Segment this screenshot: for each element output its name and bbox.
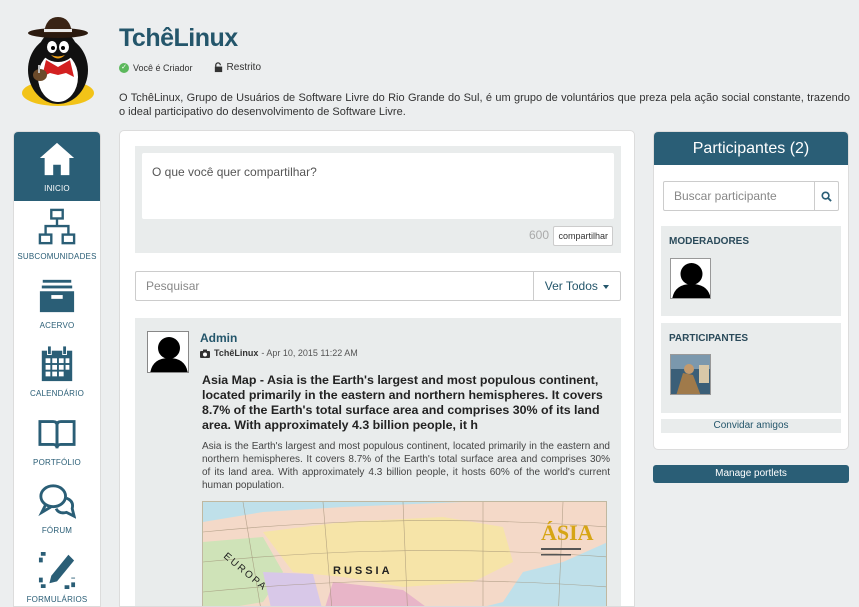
nav-item-subcomunidades[interactable]: SUBCOMUNIDADES [14,201,100,270]
nav-item-formularios[interactable]: FORMULÁRIOS [14,543,100,606]
participants-group: PARTICIPANTES [661,323,841,413]
main-feed: O que você quer compartilhar? 600 compar… [119,130,635,607]
moderator-avatar[interactable] [670,258,711,299]
community-meta: ✓ Você é Criador Restrito [119,62,261,73]
community-header: TchêLinux ✓ Você é Criador Restrito O Tc… [0,0,859,125]
nav-label: ACERVO [39,320,75,330]
user-silhouette-icon [150,337,188,372]
community-description: O TchêLinux, Grupo de Usuários de Softwa… [119,92,850,118]
nav-item-forum[interactable]: FÓRUM [14,475,100,544]
feed-search-input[interactable]: Pesquisar [135,271,534,301]
access-badge: Restrito [213,62,261,73]
nav-label: CALENDÁRIO [29,389,84,398]
post-title[interactable]: Asia Map - Asia is the Earth's largest a… [202,373,610,433]
community-nav: INICIO SUBCOMUNIDADES ACERVO CALENDÁRIO … [13,131,101,607]
calendar-icon [41,345,73,382]
nav-item-inicio[interactable]: INICIO [14,132,100,201]
moderators-group: MODERADORES [661,226,841,316]
creator-label: Você é Criador [133,62,193,73]
archive-icon [39,279,75,312]
nav-label: INICIO [44,183,70,193]
author-avatar[interactable] [147,331,189,373]
participant-avatar[interactable] [670,354,711,395]
participant-search-input[interactable]: Buscar participante [663,181,815,211]
post-date: - Apr 10, 2015 11:22 AM [261,348,358,358]
participants-title: Participantes (2) [654,132,848,165]
feed-filter: Pesquisar Ver Todos [135,271,621,301]
share-textarea[interactable]: O que você quer compartilhar? [142,153,614,219]
creator-badge: ✓ Você é Criador [119,62,193,73]
check-icon: ✓ [119,62,129,73]
view-filter-dropdown[interactable]: Ver Todos [534,271,621,301]
participants-heading: PARTICIPANTES [669,333,749,344]
nav-item-acervo[interactable]: ACERVO [14,269,100,338]
book-icon [38,419,76,448]
chat-icon [38,484,76,519]
post-community[interactable]: TchêLinux [214,348,258,358]
participant-search: Buscar participante [663,181,839,211]
share-button[interactable]: compartilhar [553,226,613,246]
nav-label: SUBCOMUNIDADES [17,252,97,261]
nav-item-calendario[interactable]: CALENDÁRIO [14,338,100,407]
manage-portlets-button[interactable]: Manage portlets [653,465,849,483]
invite-friends-link[interactable]: Convidar amigos [661,419,841,433]
user-silhouette-icon [672,263,710,298]
map-label-russia: RUSSIA [333,565,393,577]
nav-label: FÓRUM [41,526,73,535]
participant-photo [671,355,710,394]
caret-down-icon [603,284,610,289]
sitemap-icon [38,208,76,245]
access-label: Restrito [226,62,261,73]
nav-item-portfolio[interactable]: PORTFÓLIO [14,406,100,475]
tux-gaucho-logo [22,17,94,106]
community-title: TchêLinux [119,24,238,52]
camera-icon [200,349,210,358]
map-label-asia: ÁSIA [541,520,594,545]
home-icon [39,142,75,175]
post-author[interactable]: Admin [200,331,237,345]
share-composer: O que você quer compartilhar? 600 compar… [135,146,621,253]
participants-portlet: Participantes (2) Buscar participante MO… [653,131,849,450]
search-icon [821,190,832,202]
unlock-icon [214,62,222,73]
map-graphic: ÁSIA RUSSIA EUROPA [203,502,606,606]
form-edit-icon [38,551,76,589]
char-counter: 600 [528,228,549,242]
feed-post: Admin TchêLinux - Apr 10, 2015 11:22 AM … [135,318,621,606]
post-body: Asia is the Earth's largest and most pop… [202,441,610,491]
nav-label: FORMULÁRIOS [26,594,88,604]
post-meta: TchêLinux - Apr 10, 2015 11:22 AM [200,348,358,358]
participant-search-button[interactable] [815,181,839,211]
nav-label: PORTFÓLIO [33,457,81,467]
view-filter-label: Ver Todos [544,279,598,293]
asia-map-image[interactable]: ÁSIA RUSSIA EUROPA [202,501,607,606]
moderators-heading: MODERADORES [669,236,750,247]
